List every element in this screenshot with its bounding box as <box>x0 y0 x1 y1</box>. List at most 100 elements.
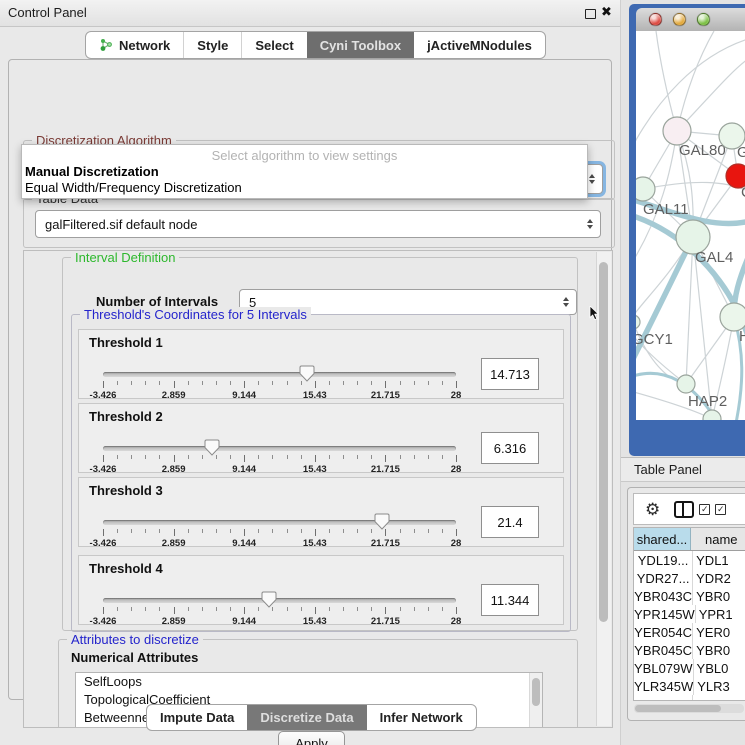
tick-mark <box>385 455 386 462</box>
top-tab-bar: NetworkStyleSelect Cyni Toolbox jActiveMNo… <box>85 31 546 59</box>
gear-icon[interactable]: ⚙ <box>645 501 660 518</box>
slider-thumb[interactable] <box>204 439 220 456</box>
threshold-label: Threshold 3 <box>89 483 163 498</box>
tick-mark <box>301 607 302 611</box>
threshold-slider[interactable]: -3.4262.8599.14415.4321.71528 <box>103 514 456 546</box>
apply-button[interactable]: Apply <box>278 731 345 745</box>
tick-mark <box>343 381 344 385</box>
table-row[interactable]: YBR043CYBR0 <box>634 587 745 605</box>
threshold-value-field[interactable]: 11.344 <box>481 584 539 616</box>
tab-infer-network[interactable]: Infer Network <box>367 705 476 730</box>
tick-mark <box>456 455 457 462</box>
tab-select[interactable]: Select <box>241 32 306 58</box>
algorithm-option-equal-width-frequency-discretization[interactable]: Equal Width/Frequency Discretization <box>25 180 242 195</box>
split-view-icon[interactable] <box>674 501 694 518</box>
table-row[interactable]: YBL079WYBL0 <box>634 659 745 677</box>
network-node-gcy1[interactable] <box>636 315 640 329</box>
threshold-slider[interactable]: -3.4262.8599.14415.4321.71528 <box>103 440 456 472</box>
node-label: GAL11 <box>643 201 689 218</box>
table-row[interactable]: YIL052CYIL0 <box>634 695 745 701</box>
column-header-name[interactable]: name <box>691 528 745 550</box>
network-canvas[interactable]: GAL80GCGAL11GAL4HGCY1HAP2 <box>636 31 745 420</box>
network-edge[interactable] <box>677 31 714 131</box>
tick-mark <box>456 607 457 614</box>
tab-jactivemnodules[interactable]: jActiveMNodules <box>414 32 545 58</box>
float-window-icon[interactable] <box>585 9 596 19</box>
tab-discretize-data[interactable]: Discretize Data <box>247 705 366 730</box>
tick-mark <box>145 529 146 533</box>
slider-thumb[interactable] <box>261 591 277 608</box>
tab-impute-data[interactable]: Impute Data <box>147 705 247 730</box>
network-node[interactable] <box>703 410 721 420</box>
tick-mark <box>371 381 372 385</box>
network-window-titlebar[interactable] <box>636 8 745 32</box>
slider-track[interactable] <box>103 598 456 603</box>
tick-mark <box>357 529 358 533</box>
table-data-select[interactable]: galFiltered.sif default node <box>35 210 601 238</box>
network-node-h[interactable] <box>720 303 745 331</box>
tick-mark <box>442 455 443 459</box>
tick-mark <box>315 607 316 614</box>
tick-mark <box>414 607 415 611</box>
threshold-slider[interactable]: -3.4262.8599.14415.4321.71528 <box>103 366 456 398</box>
panel-scrollbar[interactable] <box>596 252 611 726</box>
tick-mark <box>174 607 175 614</box>
network-icon <box>99 38 113 52</box>
network-node-hap2[interactable] <box>677 375 695 393</box>
table-row[interactable]: YLR345WYLR3 <box>634 677 745 695</box>
threshold-value-field[interactable]: 21.4 <box>481 506 539 538</box>
close-icon[interactable]: ✖ <box>601 4 612 20</box>
slider-ticks <box>103 607 456 615</box>
tab-label: Discretize Data <box>260 710 353 725</box>
scrollbar-thumb[interactable] <box>599 262 608 622</box>
table-row[interactable]: YDR27...YDR2 <box>634 569 745 587</box>
column-header-shared[interactable]: shared... <box>634 528 691 550</box>
close-button[interactable] <box>649 13 662 26</box>
minimize-button[interactable] <box>673 13 686 26</box>
tick-mark <box>188 529 189 533</box>
network-view-window[interactable]: GAL80GCGAL11GAL4HGCY1HAP2 <box>629 4 745 456</box>
tab-style[interactable]: Style <box>183 32 241 58</box>
tick-mark <box>400 607 401 611</box>
table-row[interactable]: YPR145WYPR1 <box>634 605 745 623</box>
table-cell: YBR0 <box>693 641 745 659</box>
attributes-list-scrollbar[interactable] <box>529 673 542 728</box>
tick-mark <box>287 455 288 459</box>
slider-track[interactable] <box>103 446 456 451</box>
checkbox-icon[interactable]: ✓ <box>699 504 710 515</box>
tick-mark <box>159 607 160 611</box>
threshold-slider[interactable]: -3.4262.8599.14415.4321.71528 <box>103 592 456 624</box>
slider-thumb[interactable] <box>374 513 390 530</box>
tick-mark <box>230 381 231 385</box>
node-table[interactable]: shared...nameYDL19...YDL1YDR27...YDR2YBR… <box>633 527 745 701</box>
scrollbar-thumb[interactable] <box>635 705 721 712</box>
slider-track[interactable] <box>103 520 456 525</box>
table-row[interactable]: YER054CYER0 <box>634 623 745 641</box>
network-edge[interactable] <box>656 31 677 131</box>
scrollbar-thumb[interactable] <box>532 678 540 706</box>
algorithm-option-manual-discretization[interactable]: Manual Discretization <box>25 164 159 179</box>
tick-mark <box>329 607 330 611</box>
network-node-gal80[interactable] <box>663 117 691 145</box>
tab-cyni-toolbox[interactable]: Cyni Toolbox <box>307 32 414 58</box>
table-row[interactable]: YDL19...YDL1 <box>634 551 745 569</box>
network-edge[interactable] <box>686 237 693 384</box>
slider-scale: -3.4262.8599.14415.4321.71528 <box>103 390 456 401</box>
scale-label: 2.859 <box>162 616 186 627</box>
tab-network[interactable]: Network <box>86 32 183 58</box>
threshold-value-field[interactable]: 6.316 <box>481 432 539 464</box>
table-h-scrollbar[interactable] <box>634 704 744 713</box>
slider-thumb[interactable] <box>299 365 315 382</box>
threshold-value-field[interactable]: 14.713 <box>481 358 539 390</box>
node-label: GCY1 <box>636 331 673 348</box>
network-node-gal11[interactable] <box>636 177 655 201</box>
list-item-selfloops[interactable]: SelfLoops <box>76 673 542 691</box>
tab-label: Cyni Toolbox <box>320 38 401 53</box>
tick-mark <box>188 607 189 611</box>
tick-mark <box>202 529 203 533</box>
slider-track[interactable] <box>103 372 456 377</box>
zoom-button[interactable] <box>697 13 710 26</box>
checkbox-icon[interactable]: ✓ <box>715 504 726 515</box>
table-row[interactable]: YBR045CYBR0 <box>634 641 745 659</box>
tick-mark <box>400 455 401 459</box>
